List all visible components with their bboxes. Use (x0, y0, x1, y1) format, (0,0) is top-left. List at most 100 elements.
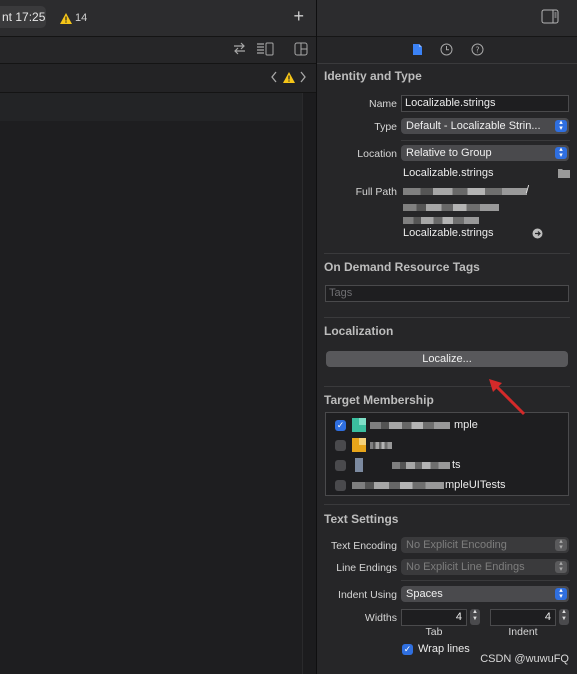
redacted-name (352, 482, 444, 489)
chevron-left-icon[interactable] (270, 71, 278, 86)
divider (324, 317, 570, 318)
target-row[interactable] (326, 438, 568, 454)
current-line-highlight (0, 93, 302, 121)
chevron-updown-icon: ▴ ▾ (555, 146, 567, 159)
indent-using-value: Spaces (406, 588, 443, 600)
redacted-name (370, 442, 392, 449)
odr-section-title: On Demand Resource Tags (324, 260, 480, 274)
test-target-icon (352, 458, 366, 475)
text-encoding-label: Text Encoding (331, 540, 397, 552)
target-checkbox[interactable] (335, 440, 346, 451)
divider (324, 504, 570, 505)
redacted-path (403, 204, 499, 211)
localize-button[interactable]: Localize... (326, 351, 568, 367)
svg-text:?: ? (475, 46, 479, 55)
target-name: ts (452, 459, 461, 471)
folder-icon[interactable] (558, 168, 570, 181)
warning-indicator[interactable]: 14 (60, 10, 87, 26)
wrap-lines-checkbox[interactable]: ✓ (402, 644, 413, 655)
tab-caption: Tab (425, 626, 443, 638)
line-endings-popup[interactable]: No Explicit Line Endings ▴ ▾ (401, 559, 569, 575)
help-tab-icon[interactable]: ? (471, 43, 484, 59)
warning-icon (60, 12, 72, 24)
target-row[interactable]: ✓ mple (326, 418, 568, 434)
app-target-icon (352, 418, 366, 435)
text-settings-section-title: Text Settings (324, 512, 399, 526)
toggle-inspector-icon[interactable] (541, 9, 559, 27)
chevron-updown-icon: ▴ ▾ (555, 587, 567, 600)
line-endings-label: Line Endings (336, 562, 397, 574)
editor-options-icon[interactable] (256, 42, 274, 59)
target-row[interactable]: mpleUITests (326, 478, 568, 494)
location-filename: Localizable.strings (403, 167, 494, 179)
location-value: Relative to Group (406, 147, 492, 159)
localization-section-title: Localization (324, 324, 394, 338)
add-icon[interactable]: + (293, 6, 304, 26)
history-tab-icon[interactable] (440, 43, 453, 59)
widths-label: Widths (364, 612, 397, 624)
swap-icon[interactable] (233, 42, 246, 58)
membership-section-title: Target Membership (324, 393, 434, 407)
type-popup[interactable]: Default - Localizable Strin... ▴ ▾ (401, 118, 569, 134)
wrap-lines-label: Wrap lines (418, 643, 470, 655)
target-checkbox[interactable]: ✓ (335, 420, 346, 431)
editor-scrollbar[interactable] (302, 93, 317, 674)
chevron-updown-icon: ▴ ▾ (555, 119, 567, 132)
target-checkbox[interactable] (335, 480, 346, 491)
chevron-updown-icon: ▴ ▾ (555, 538, 567, 551)
source-editor[interactable] (0, 93, 316, 674)
chevron-right-icon[interactable] (299, 71, 307, 86)
location-popup[interactable]: Relative to Group ▴ ▾ (401, 145, 569, 161)
text-encoding-value: No Explicit Encoding (406, 539, 507, 551)
redacted-name (392, 462, 450, 469)
type-label: Type (374, 121, 397, 133)
divider (401, 580, 570, 581)
location-label: Location (357, 148, 397, 160)
redacted-path (403, 188, 527, 195)
watermark: CSDN @wuwuFQ (480, 653, 569, 665)
full-path-label: Full Path (355, 186, 397, 198)
indent-width-field[interactable]: 4 (490, 609, 556, 626)
redacted-name (370, 422, 450, 429)
file-inspector: ? Identity and Type Name Localizable.str… (317, 0, 577, 674)
type-value: Default - Localizable Strin... (406, 120, 541, 132)
redacted-path (403, 217, 479, 224)
path-separator: / (526, 184, 530, 196)
inspector-toolbar (317, 0, 577, 37)
editor-area: nt 17:25 14 + (0, 0, 316, 674)
target-list: ✓ mple ts mpleUITests (325, 412, 569, 496)
warning-count: 14 (75, 12, 88, 24)
warning-icon[interactable] (283, 72, 295, 86)
split-editor-icon[interactable] (294, 42, 308, 59)
line-endings-value: No Explicit Line Endings (406, 561, 525, 573)
inspector-tabs: ? (317, 37, 577, 64)
window-toolbar: nt 17:25 14 + (0, 0, 316, 37)
divider (401, 140, 570, 141)
indent-caption: Indent (508, 626, 538, 638)
activity-status[interactable]: nt 17:25 (0, 6, 46, 28)
chevron-updown-icon: ▴ ▾ (555, 560, 567, 573)
text-encoding-popup[interactable]: No Explicit Encoding ▴ ▾ (401, 537, 569, 553)
target-name: mpleUITests (445, 479, 506, 491)
reveal-arrow-icon[interactable] (532, 228, 543, 242)
editor-options-bar (0, 37, 316, 64)
name-field[interactable]: Localizable.strings (401, 95, 569, 112)
tags-field[interactable]: Tags (325, 285, 569, 302)
tab-width-field[interactable]: 4 (401, 609, 467, 626)
full-path-filename: Localizable.strings (403, 227, 494, 239)
target-icon (352, 438, 366, 455)
target-name: mple (454, 419, 478, 431)
identity-section-title: Identity and Type (324, 69, 422, 83)
jump-bar (0, 64, 316, 93)
target-checkbox[interactable] (335, 460, 346, 471)
divider (324, 253, 570, 254)
indent-width-stepper[interactable]: ▲ ▼ (559, 609, 569, 625)
indent-using-popup[interactable]: Spaces ▴ ▾ (401, 586, 569, 602)
target-row[interactable]: ts (326, 458, 568, 474)
divider (324, 386, 570, 387)
name-label: Name (368, 98, 397, 110)
indent-using-label: Indent Using (338, 589, 397, 601)
file-inspector-tab-icon[interactable] (412, 43, 423, 59)
annotation-arrow (489, 379, 526, 416)
tab-width-stepper[interactable]: ▲ ▼ (470, 609, 480, 625)
